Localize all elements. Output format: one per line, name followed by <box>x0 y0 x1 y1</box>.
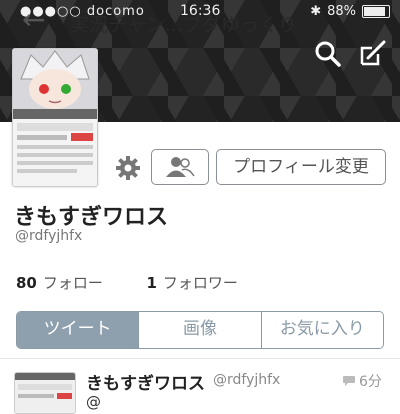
followers-label: フォロワー <box>162 274 238 292</box>
tweet-author-handle: @rdfyjhfx <box>213 372 281 388</box>
profile-tabs: ツイート 画像 お気に入り <box>16 311 384 349</box>
tweet-text: @ <box>86 393 101 411</box>
tweet-timestamp: 6分 <box>342 371 382 391</box>
tab-favorites[interactable]: お気に入り <box>260 312 383 348</box>
back-arrow-icon[interactable]: ← <box>22 6 45 34</box>
nav-bar: ← 実況チャン...ブダゆっくり <box>0 2 400 42</box>
profile-stats: 80 フォロー 1 フォロワー <box>16 272 238 293</box>
avatar-character-image <box>13 49 97 109</box>
avatar[interactable] <box>12 48 98 187</box>
followers-count: 1 <box>146 274 157 292</box>
profile-handle: @rdfyjhfx <box>15 228 83 244</box>
compose-icon[interactable] <box>358 38 388 68</box>
following-label: フォロー <box>42 274 103 292</box>
tweet-time-label: 6分 <box>359 374 382 390</box>
edit-profile-button[interactable]: プロフィール変更 <box>216 149 386 185</box>
reply-bubble-icon <box>343 376 355 386</box>
people-icon <box>166 157 195 177</box>
followers-stat[interactable]: 1 フォロワー <box>146 274 237 292</box>
search-icon[interactable] <box>314 40 342 68</box>
tab-media[interactable]: 画像 <box>138 312 261 348</box>
avatar-screenshot-image <box>13 109 97 186</box>
tweet-avatar[interactable] <box>14 372 76 414</box>
profile-display-name: きもすぎワロス <box>14 205 169 230</box>
lists-button[interactable] <box>151 149 209 185</box>
divider <box>0 358 400 359</box>
following-stat[interactable]: 80 フォロー <box>16 274 103 292</box>
tweet-author-name: きもすぎワロス <box>86 374 205 394</box>
following-count: 80 <box>16 274 37 292</box>
tab-tweets[interactable]: ツイート <box>17 312 139 348</box>
settings-gear-icon[interactable] <box>115 155 141 181</box>
tweet-avatar-image <box>15 373 75 413</box>
nav-title: 実況チャン...ブダゆっくり <box>70 14 297 36</box>
